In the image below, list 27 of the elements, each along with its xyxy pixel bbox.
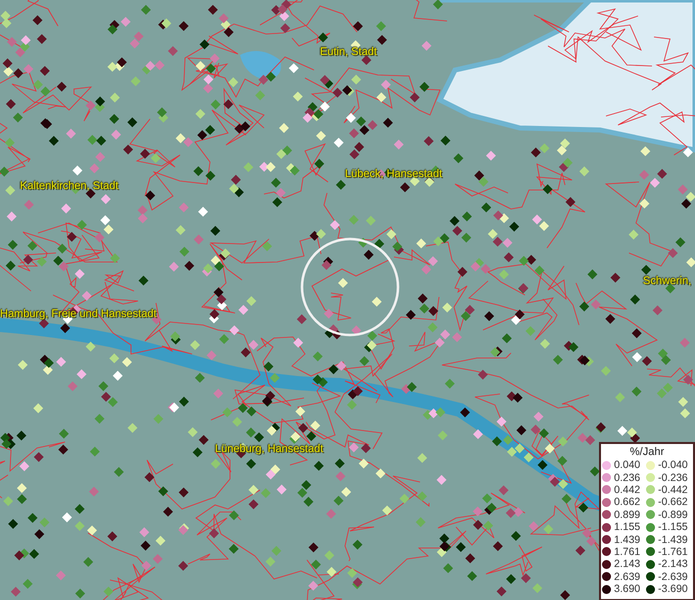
- place-label: Schwerin,: [643, 275, 692, 288]
- legend-value: -1.439: [658, 534, 688, 546]
- legend-value: 0.899: [614, 508, 640, 521]
- place-label: Kaltenkirchen, Stadt: [20, 180, 118, 194]
- map-drawing[interactable]: [0, 0, 695, 600]
- legend-value: 3.690: [614, 583, 640, 596]
- legend-value: -0.442: [658, 484, 688, 496]
- legend-value: 0.040: [614, 459, 640, 472]
- legend-value: 0.236: [614, 472, 640, 484]
- legend-value: -0.662: [658, 496, 688, 508]
- legend-value: -3.690: [658, 583, 688, 596]
- legend-value: -2.639: [658, 570, 688, 583]
- legend-value: 1.155: [614, 521, 640, 534]
- legend-value: 1.439: [614, 534, 640, 546]
- legend-value: -2.143: [658, 558, 688, 570]
- legend-value: 0.442: [614, 484, 640, 496]
- legend-value: 0.662: [614, 496, 640, 508]
- place-label: Eutin, Stadt: [320, 46, 377, 60]
- legend-value: -0.899: [658, 508, 688, 521]
- legend-value: -1.761: [658, 546, 688, 558]
- legend-value: -1.155: [658, 521, 688, 534]
- legend-value: 2.143: [614, 558, 640, 570]
- legend-value: -0.236: [658, 472, 688, 484]
- legend-value: 2.639: [614, 570, 640, 583]
- legend-title: %/Jahr: [630, 445, 664, 459]
- legend-value: 1.761: [614, 546, 640, 558]
- legend-value: -0.040: [658, 459, 688, 472]
